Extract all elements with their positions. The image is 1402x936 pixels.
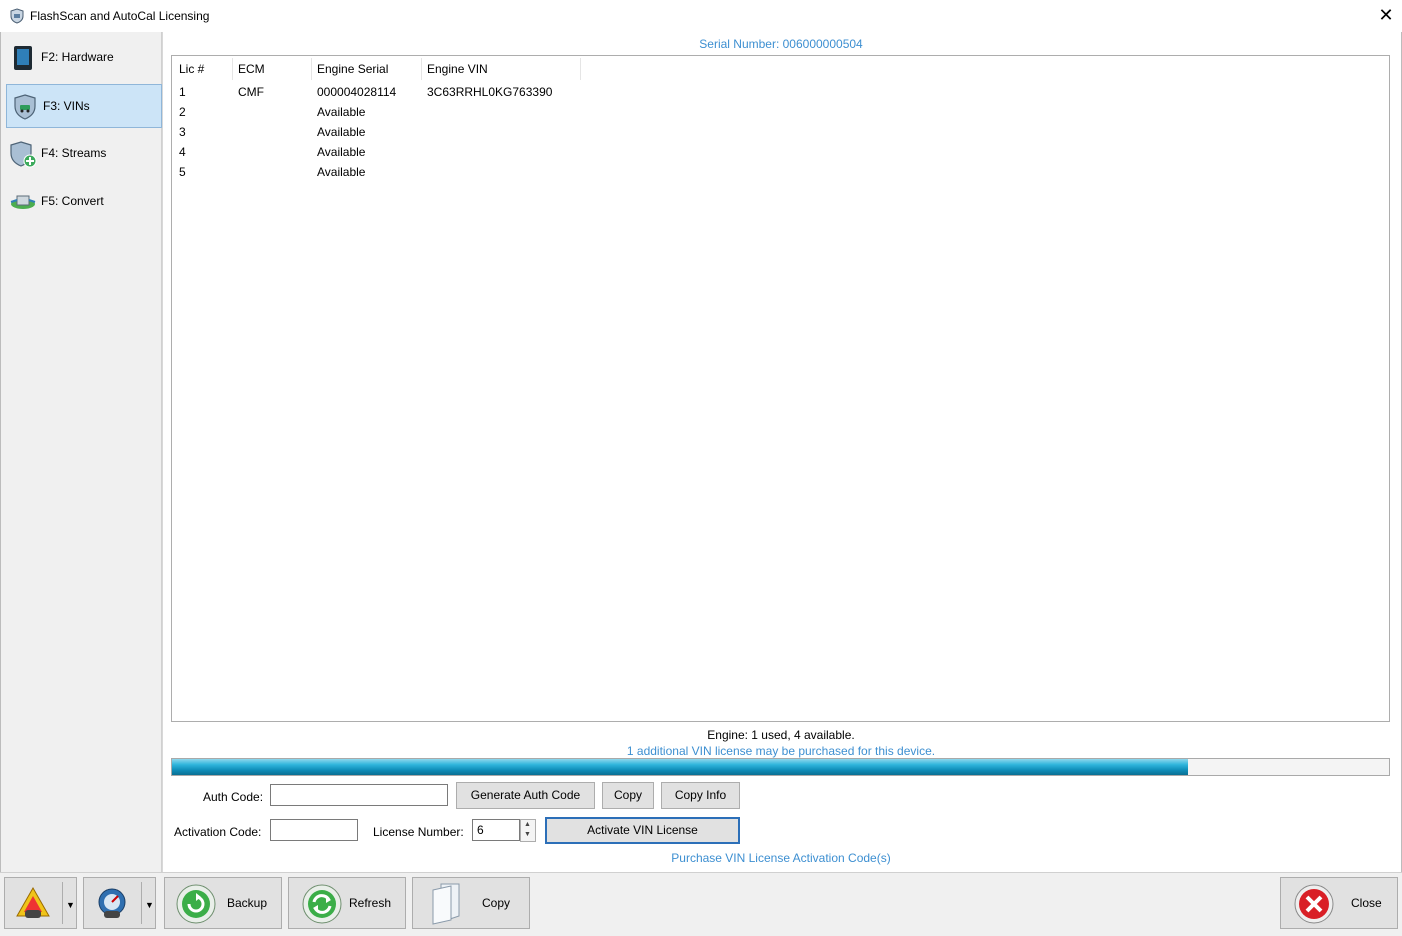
sidebar-item-label: F2: Hardware xyxy=(41,50,114,64)
sidebar-item-label: F3: VINs xyxy=(43,99,90,113)
sidebar-item-label: F4: Streams xyxy=(41,146,107,160)
title-bar xyxy=(0,0,1402,33)
split-divider xyxy=(141,882,142,924)
chevron-down-icon[interactable]: ▼ xyxy=(66,900,75,910)
license-table[interactable]: Lic # ECM Engine Serial Engine VIN 1 CMF… xyxy=(171,55,1390,722)
refresh-button[interactable]: Refresh xyxy=(288,877,406,929)
sidebar-item-streams[interactable]: F4: Streams xyxy=(5,132,161,174)
refresh-label: Refresh xyxy=(349,896,392,910)
cell-engine-serial: Available xyxy=(317,145,366,159)
convert-icon xyxy=(10,195,36,209)
copy-icon xyxy=(432,883,460,925)
cell-engine-serial: Available xyxy=(317,105,366,119)
column-header-ecm[interactable]: ECM xyxy=(238,62,265,76)
spin-down-icon[interactable]: ▼ xyxy=(524,831,531,838)
copy-auth-code-button[interactable]: Copy xyxy=(602,782,654,809)
backup-button[interactable]: Backup xyxy=(164,877,282,929)
cell-engine-serial: 000004028114 xyxy=(317,85,397,99)
tool-launch-button[interactable]: ▼ xyxy=(83,877,156,929)
column-divider xyxy=(421,58,422,80)
generate-auth-code-button[interactable]: Generate Auth Code xyxy=(456,782,595,809)
auth-code-label: Auth Code: xyxy=(203,790,264,804)
shield-add-icon xyxy=(10,141,37,168)
close-circle-icon xyxy=(1294,884,1334,924)
copy-info-button[interactable]: Copy Info xyxy=(661,782,740,809)
activation-code-input[interactable] xyxy=(270,819,358,841)
serial-number: Serial Number: 006000000504 xyxy=(699,37,863,51)
cell-engine-serial: Available xyxy=(317,125,366,139)
close-button[interactable]: Close xyxy=(1280,877,1398,929)
cell-lic: 5 xyxy=(179,165,186,179)
cell-lic: 4 xyxy=(179,145,186,159)
cell-lic: 1 xyxy=(179,85,186,99)
copy-button[interactable]: Copy xyxy=(412,877,530,929)
auth-code-input[interactable] xyxy=(270,784,448,806)
cell-ecm: CMF xyxy=(238,85,264,99)
shield-car-icon xyxy=(14,94,36,120)
sidebar-item-vins[interactable]: F3: VINs xyxy=(6,84,162,128)
column-divider xyxy=(311,58,312,80)
column-divider xyxy=(580,58,581,80)
cell-lic: 2 xyxy=(179,105,186,119)
copy-label: Copy xyxy=(482,896,511,910)
purchase-note: 1 additional VIN license may be purchase… xyxy=(626,744,936,758)
sidebar-item-convert[interactable]: F5: Convert xyxy=(5,180,161,222)
close-icon[interactable]: ✕ xyxy=(1370,0,1402,32)
column-header-engine-serial[interactable]: Engine Serial xyxy=(317,62,388,76)
usage-summary: Engine: 1 used, 4 available. xyxy=(707,728,855,742)
column-header-lic[interactable]: Lic # xyxy=(179,62,204,76)
purchase-activation-link[interactable]: Purchase VIN License Activation Code(s) xyxy=(162,851,1400,865)
column-header-engine-vin[interactable]: Engine VIN xyxy=(427,62,488,76)
gauge-icon xyxy=(98,888,126,918)
sidebar-item-label: F5: Convert xyxy=(41,194,104,208)
chevron-down-icon[interactable]: ▼ xyxy=(145,900,154,910)
window-title: FlashScan and AutoCal Licensing xyxy=(30,9,210,23)
shield-icon xyxy=(10,8,24,24)
cell-engine-serial: Available xyxy=(317,165,366,179)
progress-fill xyxy=(172,759,1189,775)
license-number-label: License Number: xyxy=(373,825,464,839)
license-progress-bar xyxy=(171,758,1390,776)
license-number-input[interactable] xyxy=(472,819,520,841)
activation-code-label: Activation Code: xyxy=(174,825,262,839)
autocal-icon xyxy=(16,886,50,918)
cell-lic: 3 xyxy=(179,125,186,139)
close-label: Close xyxy=(1351,896,1382,910)
split-divider xyxy=(62,882,63,924)
sidebar: F2: Hardware F3: VINs F4: Streams F5: Co… xyxy=(1,32,162,872)
backup-label: Backup xyxy=(227,896,268,910)
tablet-icon xyxy=(14,46,32,70)
backup-icon xyxy=(176,884,216,924)
spin-up-icon[interactable]: ▲ xyxy=(524,821,531,828)
activate-vin-license-button[interactable]: Activate VIN License xyxy=(545,817,740,844)
refresh-icon xyxy=(302,884,342,924)
license-number-spinner[interactable]: ▲ ▼ xyxy=(520,819,536,842)
cell-engine-vin: 3C63RRHL0KG763390 xyxy=(427,85,553,99)
sidebar-item-hardware[interactable]: F2: Hardware xyxy=(5,36,161,78)
app-launch-button[interactable]: ▼ xyxy=(4,877,77,929)
column-divider xyxy=(232,58,233,80)
